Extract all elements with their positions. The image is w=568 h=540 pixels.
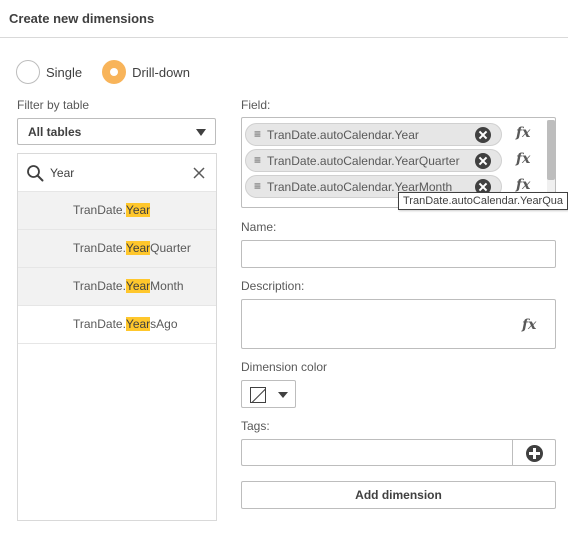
add-tag-button[interactable] xyxy=(512,439,556,466)
remove-chip-icon[interactable] xyxy=(475,127,491,143)
description-label: Description: xyxy=(241,279,305,293)
remove-chip-icon[interactable] xyxy=(475,153,491,169)
name-label: Name: xyxy=(241,220,277,234)
radio-drill-down[interactable]: Drill-down xyxy=(102,60,190,84)
item-match: Year xyxy=(125,279,151,293)
field-chip[interactable]: ≡ TranDate.autoCalendar.YearQuarter xyxy=(245,149,502,172)
dimension-color-label: Dimension color xyxy=(241,360,328,374)
plus-circle-icon xyxy=(526,445,543,462)
radio-single[interactable]: Single xyxy=(16,60,82,84)
tags-label: Tags: xyxy=(241,419,270,433)
radio-single-label[interactable]: Single xyxy=(46,65,82,80)
search-input[interactable] xyxy=(50,164,180,182)
field-label: Field: xyxy=(241,98,271,112)
color-picker-button[interactable] xyxy=(241,380,296,408)
close-icon[interactable] xyxy=(192,166,206,180)
item-match: Year xyxy=(125,317,151,331)
list-item-yearmonth[interactable]: TranDate.YearMonth xyxy=(18,268,216,306)
item-suffix: Month xyxy=(150,279,184,293)
search-icon xyxy=(27,165,44,182)
chevron-down-icon xyxy=(196,129,206,136)
item-prefix: TranDate. xyxy=(73,203,126,217)
item-suffix: sAgo xyxy=(150,317,178,331)
item-match: Year xyxy=(125,241,151,255)
table-filter-dropdown[interactable]: All tables xyxy=(17,118,216,145)
list-item-year[interactable]: TranDate.Year xyxy=(18,192,216,230)
scrollbar-thumb[interactable] xyxy=(547,120,555,180)
drag-handle-icon[interactable]: ≡ xyxy=(254,179,261,193)
field-chip-label: TranDate.autoCalendar.YearQuarter xyxy=(267,154,460,168)
field-list-panel: TranDate.Year TranDate.YearQuarter TranD… xyxy=(17,153,217,521)
field-chip[interactable]: ≡ TranDate.autoCalendar.Year xyxy=(245,123,502,146)
field-chip-row: ≡ TranDate.autoCalendar.YearQuarter fx xyxy=(245,149,545,172)
field-chip-row: ≡ TranDate.autoCalendar.Year fx xyxy=(245,123,545,146)
caret-down-icon xyxy=(278,392,288,398)
item-prefix: TranDate. xyxy=(73,279,126,293)
dialog-header: Create new dimensions xyxy=(0,0,568,38)
no-color-swatch-icon xyxy=(250,387,266,403)
radio-drill-down-circle[interactable] xyxy=(102,60,127,84)
tags-input[interactable] xyxy=(241,439,513,466)
field-tooltip: TranDate.autoCalendar.YearQua xyxy=(398,192,568,210)
mode-selector: Single Drill-down xyxy=(16,60,210,84)
expression-fx-icon[interactable]: fx xyxy=(516,151,530,167)
add-dimension-button[interactable]: Add dimension xyxy=(241,481,556,509)
item-prefix: TranDate. xyxy=(73,317,126,331)
radio-single-circle[interactable] xyxy=(16,60,40,84)
expression-fx-icon[interactable]: fx xyxy=(516,177,530,193)
table-filter-value: All tables xyxy=(28,125,82,139)
field-chip-label: TranDate.autoCalendar.Year xyxy=(267,128,419,142)
name-input[interactable] xyxy=(241,240,556,268)
search-row xyxy=(18,154,216,192)
description-input[interactable] xyxy=(241,299,556,349)
drag-handle-icon[interactable]: ≡ xyxy=(254,127,261,141)
expression-fx-icon[interactable]: fx xyxy=(522,317,536,333)
list-item-yearquarter[interactable]: TranDate.YearQuarter xyxy=(18,230,216,268)
radio-drill-down-label[interactable]: Drill-down xyxy=(132,65,190,80)
item-match: Year xyxy=(125,203,151,217)
item-prefix: TranDate. xyxy=(73,241,126,255)
dialog-title: Create new dimensions xyxy=(9,11,155,26)
drag-handle-icon[interactable]: ≡ xyxy=(254,153,261,167)
expression-fx-icon[interactable]: fx xyxy=(516,125,530,141)
filter-label: Filter by table xyxy=(17,98,90,112)
item-suffix: Quarter xyxy=(150,241,191,255)
list-item-yearsago[interactable]: TranDate.YearsAgo xyxy=(18,306,216,344)
